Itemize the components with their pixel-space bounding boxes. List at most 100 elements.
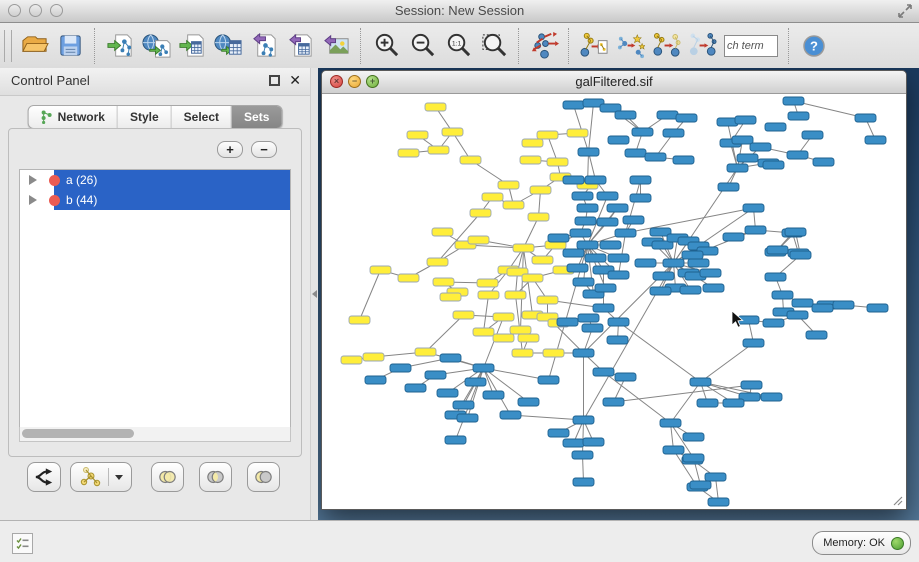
graph-node-blue[interactable]	[673, 156, 694, 164]
graph-node-blue[interactable]	[765, 273, 786, 281]
expand-triangle-icon[interactable]	[29, 195, 37, 205]
graph-node-blue[interactable]	[577, 241, 598, 249]
graph-node-blue[interactable]	[573, 416, 594, 424]
toolbar-grip[interactable]	[4, 30, 12, 62]
graph-node-blue[interactable]	[682, 251, 703, 259]
task-history-button[interactable]	[12, 533, 33, 554]
graph-node-blue[interactable]	[608, 318, 629, 326]
tab-style[interactable]: Style	[117, 106, 171, 128]
graph-node-blue[interactable]	[865, 136, 886, 144]
graph-node-blue[interactable]	[603, 398, 624, 406]
graph-node-blue[interactable]	[465, 378, 486, 386]
graph-node-blue[interactable]	[578, 314, 599, 322]
graph-node-blue[interactable]	[657, 111, 678, 119]
graph-node-blue[interactable]	[787, 151, 808, 159]
graph-node-yellow[interactable]	[543, 349, 564, 357]
graph-node-blue[interactable]	[732, 136, 753, 144]
graph-node-blue[interactable]	[763, 319, 784, 327]
graph-node-blue[interactable]	[548, 234, 569, 242]
graph-node-blue[interactable]	[597, 192, 618, 200]
graph-edge[interactable]	[583, 420, 584, 455]
graph-node-blue[interactable]	[813, 158, 834, 166]
union-highlight-network-button[interactable]	[648, 26, 684, 66]
graph-node-yellow[interactable]	[482, 193, 503, 201]
open-session-button[interactable]	[16, 26, 52, 66]
graph-node-blue[interactable]	[761, 393, 782, 401]
graph-node-blue[interactable]	[765, 123, 786, 131]
graph-node-blue[interactable]	[867, 304, 888, 312]
graph-node-blue[interactable]	[585, 254, 606, 262]
graph-node-blue[interactable]	[600, 241, 621, 249]
graph-node-yellow[interactable]	[407, 131, 428, 139]
zoom-in-button[interactable]	[368, 26, 404, 66]
scrollbar-thumb[interactable]	[22, 429, 134, 438]
graph-node-yellow[interactable]	[440, 293, 461, 301]
graph-node-blue[interactable]	[563, 439, 584, 447]
graph-node-blue[interactable]	[607, 204, 628, 212]
graph-node-blue[interactable]	[615, 111, 636, 119]
graph-node-yellow[interactable]	[478, 291, 499, 299]
graph-node-blue[interactable]	[663, 129, 684, 137]
graph-node-yellow[interactable]	[341, 356, 362, 364]
graph-node-blue[interactable]	[705, 473, 726, 481]
graph-node-blue[interactable]	[741, 381, 762, 389]
graph-node-yellow[interactable]	[513, 244, 534, 252]
graph-node-blue[interactable]	[653, 272, 674, 280]
venn-intersection-button[interactable]	[199, 462, 232, 492]
graph-node-blue[interactable]	[745, 226, 766, 234]
graph-node-yellow[interactable]	[468, 236, 489, 244]
graph-node-yellow[interactable]	[537, 296, 558, 304]
graph-node-yellow[interactable]	[530, 186, 551, 194]
graph-node-blue[interactable]	[787, 311, 808, 319]
graph-node-blue[interactable]	[676, 114, 697, 122]
graph-edge[interactable]	[511, 415, 584, 420]
split-sets-button[interactable]	[27, 462, 61, 492]
graph-node-blue[interactable]	[595, 284, 616, 292]
zoom-selected-button[interactable]	[476, 26, 512, 66]
graph-node-blue[interactable]	[593, 368, 614, 376]
window-resize-grip[interactable]	[891, 494, 903, 506]
graph-edge[interactable]	[626, 208, 754, 233]
venn-difference-button[interactable]	[247, 462, 280, 492]
graph-node-blue[interactable]	[578, 148, 599, 156]
help-button[interactable]: ?	[802, 34, 826, 58]
graph-node-blue[interactable]	[802, 131, 823, 139]
graph-node-blue[interactable]	[683, 433, 704, 441]
graph-node-yellow[interactable]	[532, 256, 553, 264]
graph-node-yellow[interactable]	[510, 326, 531, 334]
graph-edge[interactable]	[671, 382, 701, 423]
graph-node-blue[interactable]	[660, 419, 681, 427]
graph-edge[interactable]	[701, 343, 754, 382]
graph-node-blue[interactable]	[577, 204, 598, 212]
import-table-web-button[interactable]	[210, 26, 246, 66]
graph-node-blue[interactable]	[680, 286, 701, 294]
import-network-file-button[interactable]	[102, 26, 138, 66]
graph-node-blue[interactable]	[703, 284, 724, 292]
horizontal-scrollbar[interactable]	[19, 427, 291, 442]
graph-node-blue[interactable]	[563, 249, 584, 257]
graph-node-yellow[interactable]	[398, 149, 419, 157]
import-table-file-button[interactable]	[174, 26, 210, 66]
graph-node-blue[interactable]	[563, 101, 584, 109]
memory-status-button[interactable]: Memory: OK	[812, 531, 911, 555]
graph-edge[interactable]	[484, 295, 489, 332]
network-view-window[interactable]: × − + galFiltered.sif	[321, 70, 907, 510]
graph-node-yellow[interactable]	[477, 279, 498, 287]
graph-node-yellow[interactable]	[460, 156, 481, 164]
graph-node-blue[interactable]	[630, 176, 651, 184]
graph-node-yellow[interactable]	[493, 334, 514, 342]
collapse-panel-handle[interactable]	[312, 290, 317, 298]
graph-node-blue[interactable]	[567, 264, 588, 272]
graph-node-blue[interactable]	[697, 399, 718, 407]
graph-node-blue[interactable]	[855, 114, 876, 122]
graph-node-yellow[interactable]	[427, 258, 448, 266]
network-canvas[interactable]	[323, 94, 905, 508]
graph-node-blue[interactable]	[563, 176, 584, 184]
graph-node-blue[interactable]	[723, 399, 744, 407]
graph-node-yellow[interactable]	[493, 313, 514, 321]
graph-node-blue[interactable]	[440, 354, 461, 362]
graph-node-yellow[interactable]	[415, 348, 436, 356]
graph-node-yellow[interactable]	[442, 128, 463, 136]
zoom-out-button[interactable]	[404, 26, 440, 66]
graph-node-blue[interactable]	[718, 183, 739, 191]
